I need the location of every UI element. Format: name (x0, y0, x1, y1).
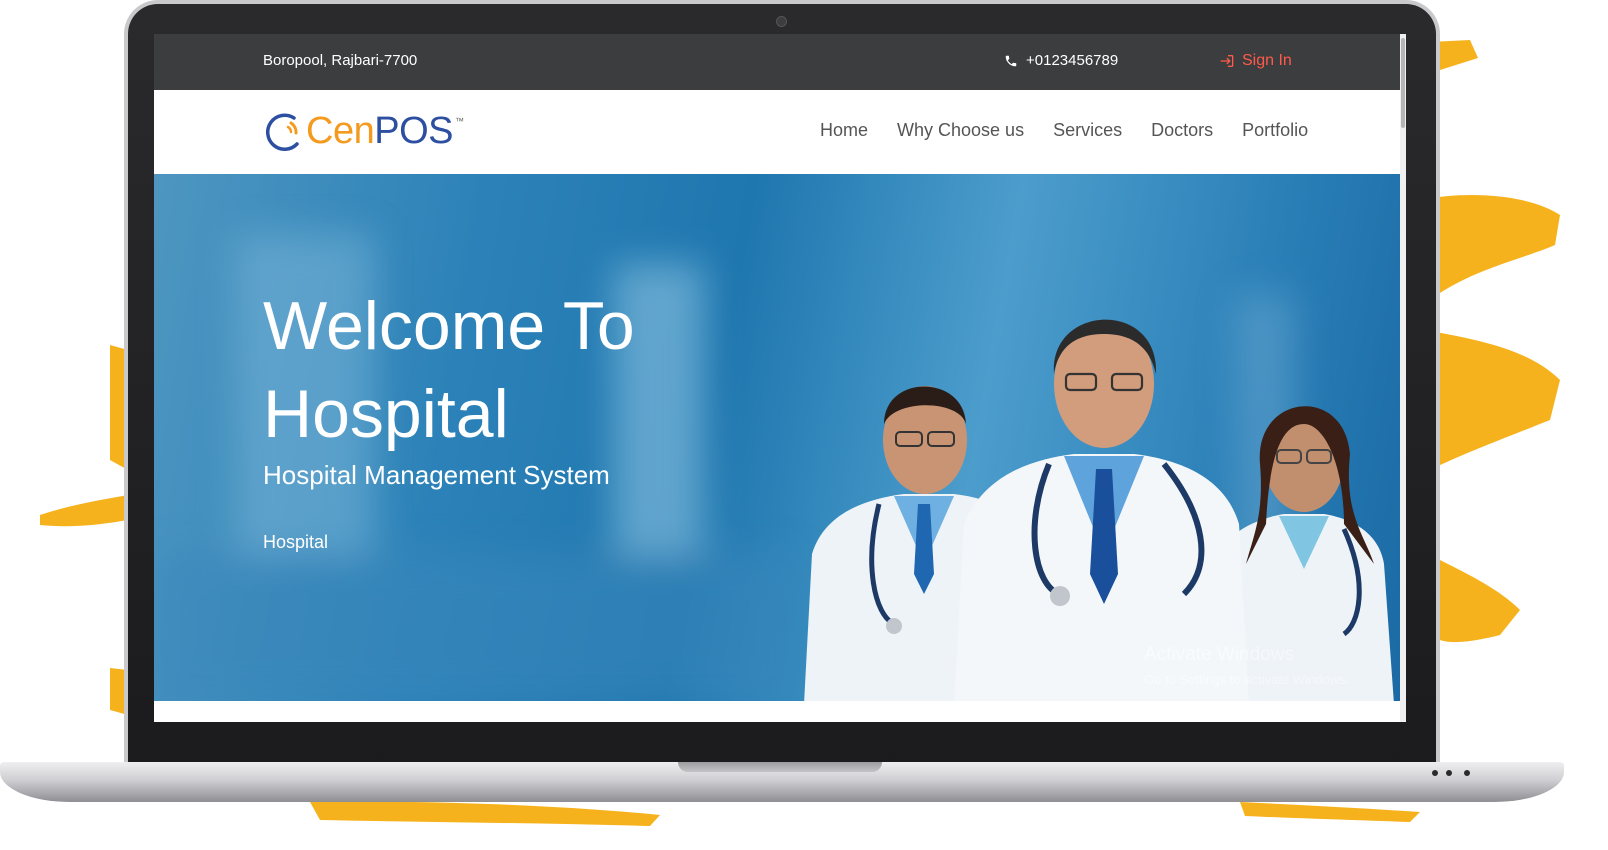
phone-icon (1005, 55, 1017, 66)
nav-item-portfolio[interactable]: Portfolio (1242, 120, 1308, 141)
webcam-icon (776, 16, 787, 27)
hero-title-line-1: Welcome To (263, 288, 635, 364)
scrollbar-thumb[interactable] (1401, 38, 1405, 128)
indicator-light-icon (1432, 770, 1438, 776)
hero-subtitle: Hospital Management System (263, 460, 610, 490)
top-info-bar: Boropool, Rajbari-7700 +0123456789 Sign … (154, 34, 1400, 90)
address-text: Boropool, Rajbari-7700 (263, 52, 418, 69)
logo-brand-suffix: POS (374, 110, 453, 152)
activate-windows-title: Activate Windows (1144, 644, 1294, 665)
browser-viewport: Boropool, Rajbari-7700 +0123456789 Sign … (154, 34, 1406, 722)
logo-brand-prefix: Cen (306, 110, 375, 152)
nav-item-doctors[interactable]: Doctors (1151, 120, 1213, 141)
hero-title-line-2: Hospital (263, 376, 509, 452)
nav-item-services[interactable]: Services (1053, 120, 1122, 141)
activate-windows-subtitle: Go to Settings to activate Windows. (1144, 672, 1350, 687)
logo-trademark: ™ (454, 116, 464, 126)
nav-item-why-choose-us[interactable]: Why Choose us (897, 120, 1024, 141)
sign-in-link[interactable]: Sign In (1218, 52, 1292, 70)
nav-menu: Home Why Choose us Services Doctors Port… (820, 120, 1308, 141)
phone-contact[interactable]: +0123456789 (1004, 52, 1118, 69)
sign-in-label: Sign In (1242, 52, 1292, 69)
hero-title: Welcome To Hospital (263, 282, 763, 458)
sign-in-icon (1220, 55, 1234, 67)
nav-item-home[interactable]: Home (820, 120, 868, 141)
doctors-team-image (804, 319, 1394, 701)
indicator-light-icon (1464, 770, 1470, 776)
site-logo[interactable]: CenPOS ™ (264, 110, 464, 153)
phone-number: +0123456789 (1026, 52, 1119, 69)
hero-tag-text: Hospital (263, 532, 329, 552)
laptop-base-notch (678, 762, 882, 772)
logo-wordmark: CenPOS (306, 110, 453, 153)
indicator-light-icon (1446, 770, 1452, 776)
page-scrollbar[interactable] (1400, 34, 1406, 722)
main-navbar: CenPOS ™ Home Why Choose us Services Doc… (154, 90, 1400, 175)
logo-arc-icon (265, 113, 299, 151)
hero-banner: Welcome To Hospital Hospital Management … (154, 174, 1400, 701)
